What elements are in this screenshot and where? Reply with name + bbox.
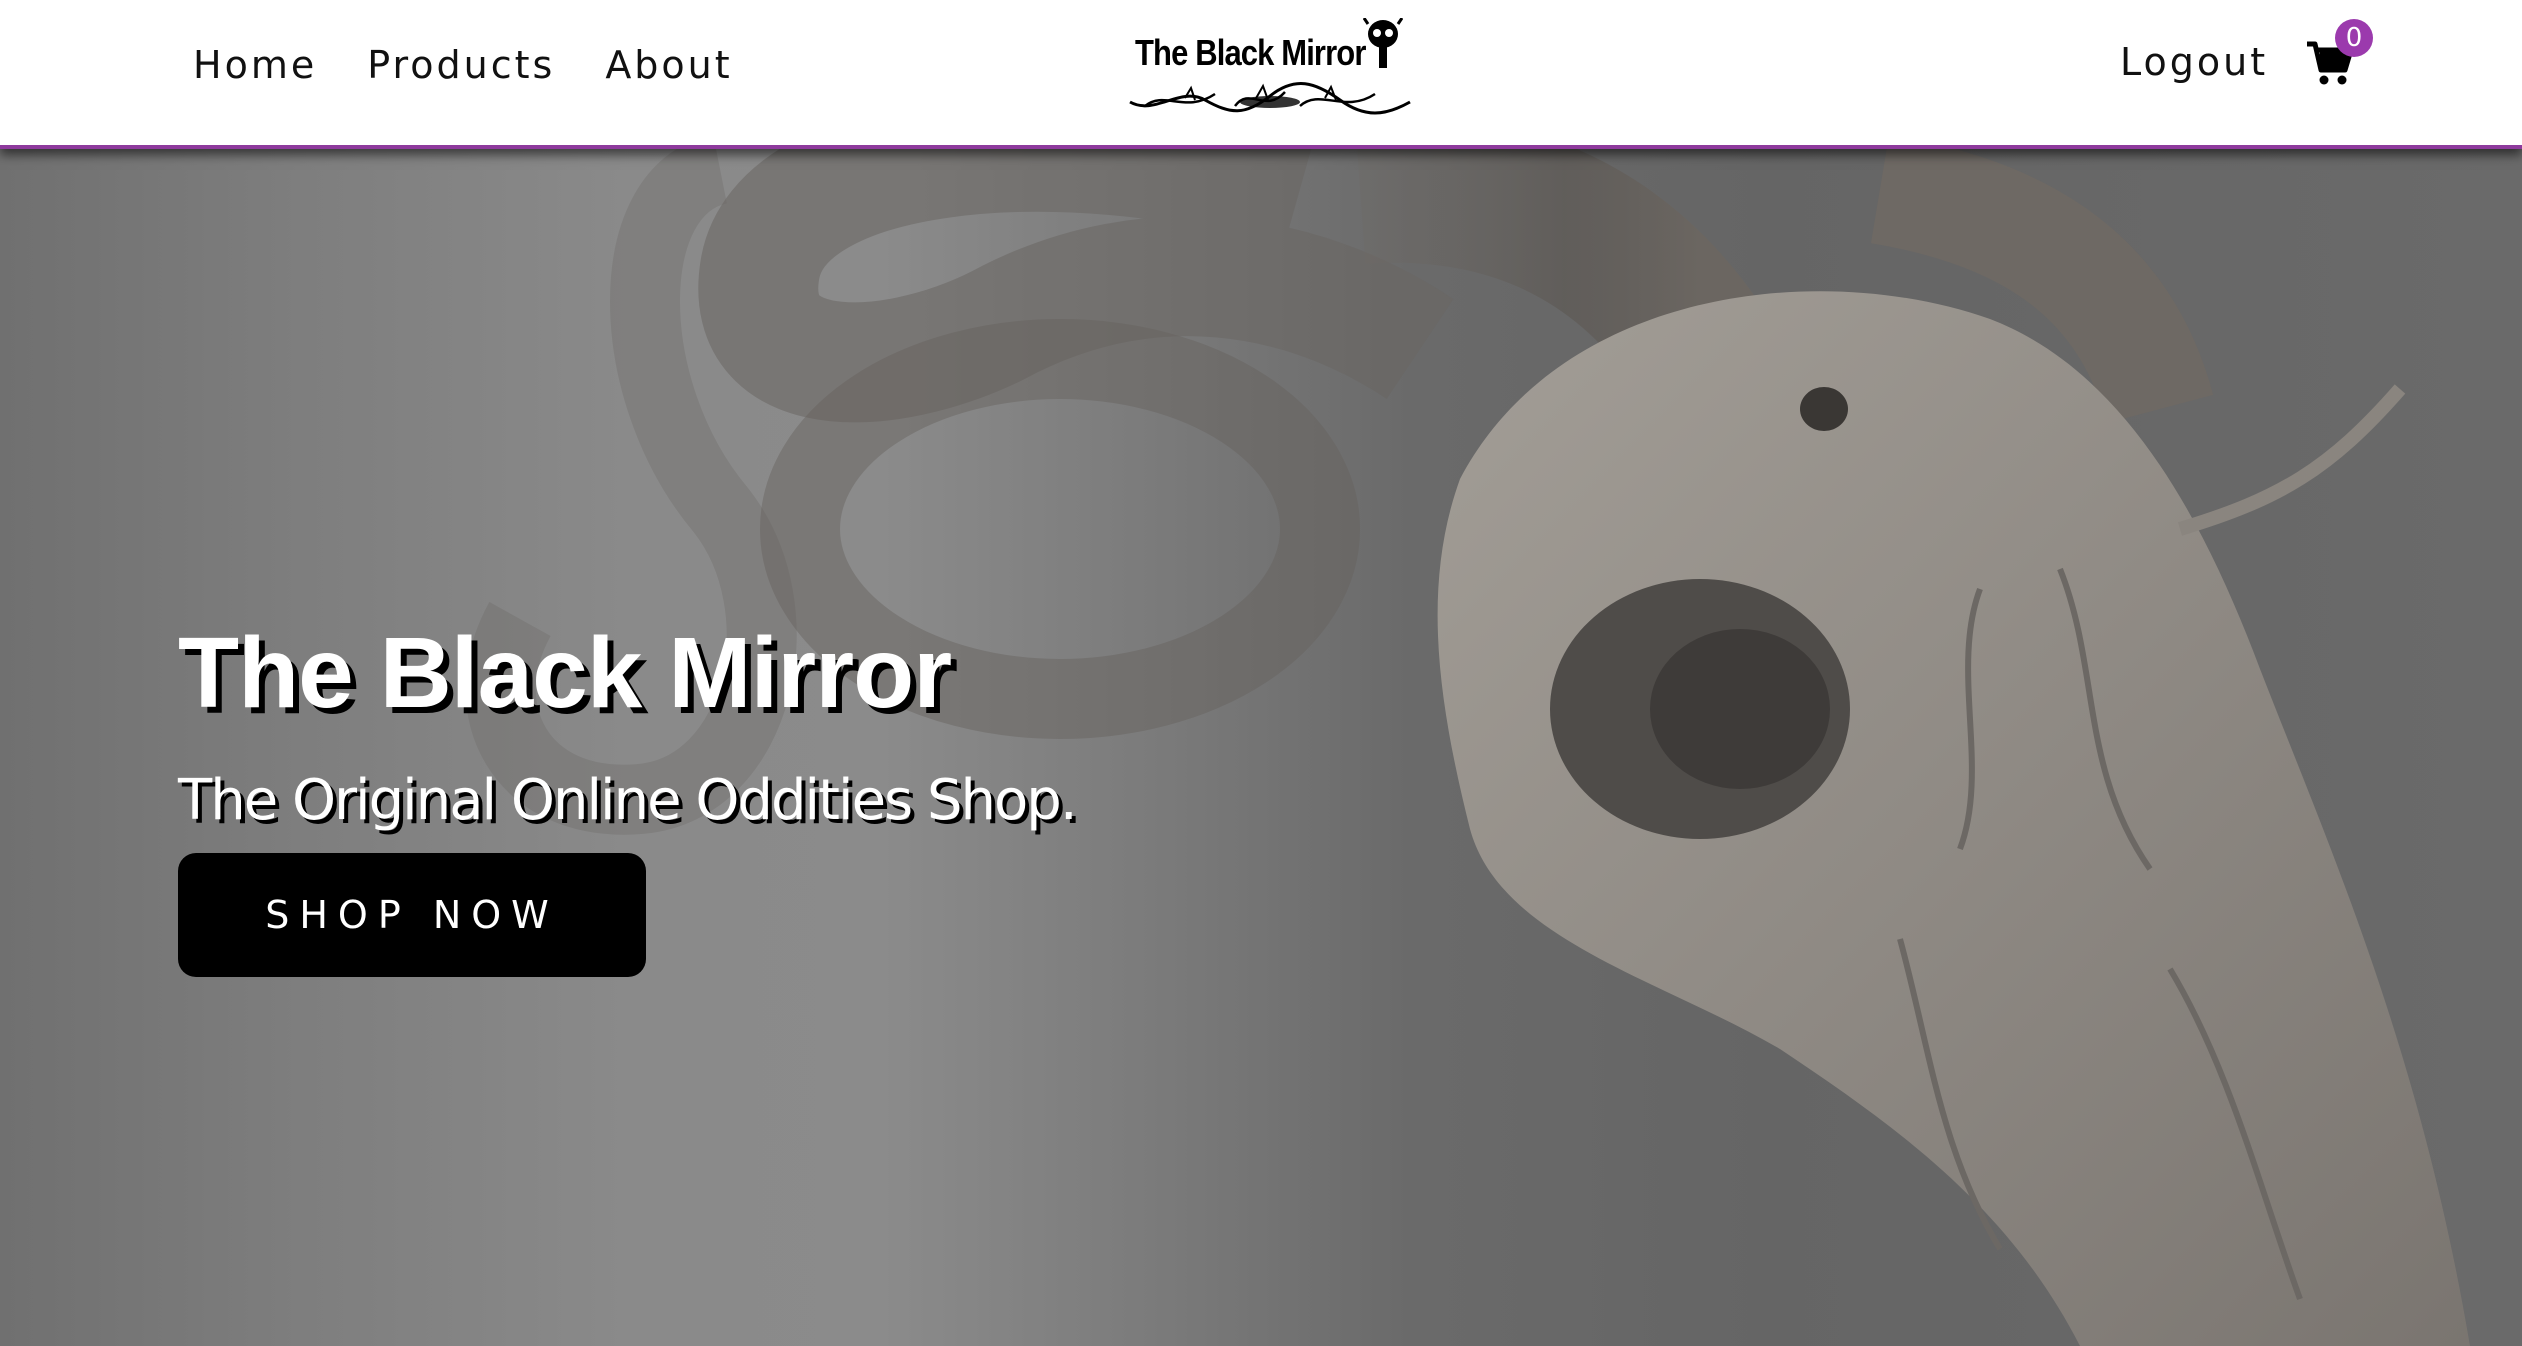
page: Home Products About The Black Mirror Log… (0, 0, 2522, 1346)
hero-section: The Black Mirror The Original Online Odd… (0, 149, 2522, 1346)
nav-link-about[interactable]: About (605, 43, 732, 87)
ram-skull-image (465, 149, 2470, 1346)
site-logo[interactable]: The Black Mirror (1125, 14, 1415, 119)
navbar: Home Products About The Black Mirror Log… (0, 0, 2522, 149)
hero-subtitle: The Original Online Oddities Shop. (178, 768, 1078, 833)
logout-link[interactable]: Logout (2120, 40, 2268, 84)
logo-flourish-icon (1129, 82, 1411, 115)
logo-text: The Black Mirror (1135, 32, 1366, 73)
nav-link-home[interactable]: Home (193, 43, 317, 87)
shop-now-button[interactable]: SHOP NOW (178, 853, 646, 977)
main-nav: Home Products About (193, 0, 783, 130)
cart-count-badge: 0 (2335, 19, 2373, 57)
nav-link-products[interactable]: Products (367, 43, 555, 87)
skull-emblem-icon (1363, 18, 1403, 68)
hero-title: The Black Mirror (178, 617, 952, 729)
